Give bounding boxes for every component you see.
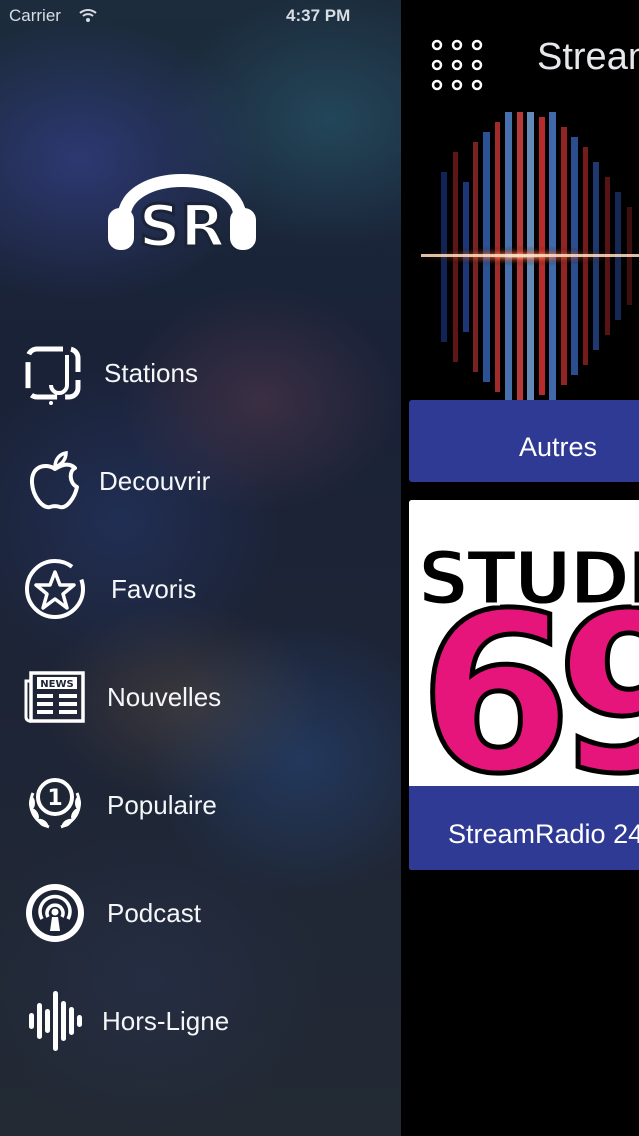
streamradio-logo: SR: [108, 174, 256, 258]
hero-sound-visualizer: [401, 112, 639, 400]
svg-text:1: 1: [47, 786, 62, 811]
svg-text:NEWS: NEWS: [40, 679, 73, 690]
menu-item-hors-ligne[interactable]: Hors-Ligne: [0, 974, 401, 1064]
station-card-streamradio[interactable]: 69 STUDI StreamRadio 24: [409, 500, 639, 870]
main-panel: Stream: [401, 0, 639, 1136]
card-label-autres: Autres: [518, 432, 598, 462]
status-bar: Carrier 4:37 PM: [0, 0, 639, 34]
station-label: StreamRadio 24: [448, 819, 639, 849]
menu-label-stations: Stations: [104, 358, 198, 388]
menu-label-populaire: Populaire: [107, 790, 217, 820]
side-drawer: SR Stations Decouvrir Favoris NEWS Nouve…: [0, 0, 401, 1136]
apple-icon: [30, 450, 79, 510]
station-title-bar: StreamRadio 24: [409, 786, 639, 870]
wifi-icon: [79, 9, 97, 22]
menu-item-nouvelles[interactable]: NEWS Nouvelles: [0, 650, 401, 740]
status-time: 4:37 PM: [286, 6, 351, 25]
studio-69-artwork: 69 STUDI: [409, 500, 639, 786]
menu-label-decouvrir: Decouvrir: [99, 466, 211, 496]
category-card-autres[interactable]: Autres: [409, 400, 639, 482]
newspaper-icon: NEWS: [24, 671, 85, 723]
menu-label-hors-ligne: Hors-Ligne: [102, 1006, 230, 1036]
menu-item-favoris[interactable]: Favoris: [0, 542, 401, 632]
menu-label-favoris: Favoris: [111, 574, 197, 604]
grid-dots-icon[interactable]: [429, 37, 485, 93]
menu-item-populaire[interactable]: 1 Populaire: [0, 758, 401, 848]
svg-text:SR: SR: [139, 192, 225, 258]
podcast-icon: [26, 884, 84, 942]
star-icon: [25, 559, 85, 619]
menu-label-nouvelles: Nouvelles: [107, 682, 222, 712]
header-title: Stream: [537, 36, 639, 78]
svg-text:STUDI: STUDI: [417, 536, 639, 622]
waveform-icon: [29, 991, 82, 1051]
laurel-number-one-icon: 1: [29, 778, 81, 829]
menu-item-stations[interactable]: Stations: [0, 326, 401, 416]
menu-item-decouvrir[interactable]: Decouvrir: [0, 434, 401, 524]
carrier-label: Carrier: [9, 6, 61, 25]
menu-label-podcast: Podcast: [107, 898, 201, 928]
menu-item-podcast[interactable]: Podcast: [0, 866, 401, 956]
stations-icon: [25, 346, 81, 405]
